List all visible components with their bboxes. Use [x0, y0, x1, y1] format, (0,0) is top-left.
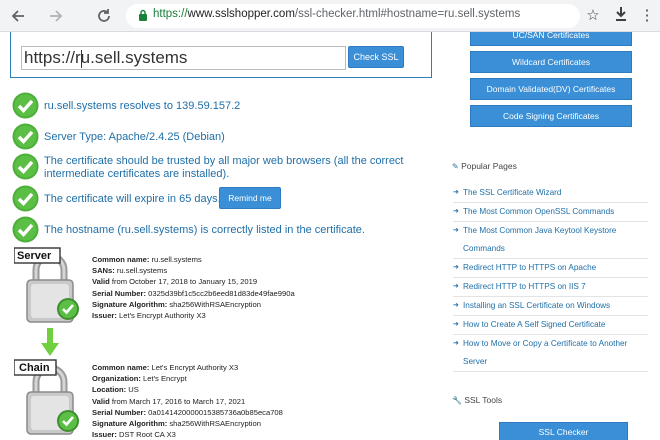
- hostname-value: https://ru.sell.systems: [24, 48, 188, 67]
- pin-icon: ✎: [452, 162, 459, 171]
- popular-link[interactable]: ➜ How to Create A Self Signed Certificate: [453, 316, 648, 335]
- popular-link[interactable]: ➜ The SSL Certificate Wizard: [453, 184, 648, 203]
- ssl-tools-heading: 🔧 SSL Tools: [452, 395, 503, 405]
- star-icon[interactable]: ☆: [584, 6, 602, 26]
- code-signing-certificates-button[interactable]: Code Signing Certificates: [470, 105, 632, 127]
- wrench-icon: 🔧: [452, 396, 462, 405]
- cert-field: Serial Number: 0a0141420000015385736a0b8…: [92, 407, 283, 417]
- uc-san-certificates-button[interactable]: UC/SAN Certificates: [470, 32, 632, 46]
- cert-field: Issuer: DST Root CA X3: [92, 430, 176, 440]
- result-text: Server Type: Apache/2.4.25 (Debian): [44, 131, 225, 143]
- arrow-right-icon: ➜: [453, 340, 459, 347]
- cert-field: Valid from March 17, 2016 to March 17, 2…: [92, 396, 246, 406]
- arrow-right-icon: ➜: [453, 302, 459, 309]
- popular-pages-heading: ✎ Popular Pages: [452, 161, 517, 171]
- forward-icon[interactable]: [46, 6, 66, 26]
- arrow-right-icon: ➜: [453, 189, 459, 196]
- cert-field: Issuer: Let's Encrypt Authority X3: [92, 311, 206, 321]
- server-cert-details: Common name: ru.sell.systems SANs: ru.se…: [92, 254, 295, 321]
- lock-icon: [138, 9, 148, 22]
- arrow-down-icon: [41, 328, 59, 356]
- url-path: /ssl-checker.html#hostname=ru.sell.syste…: [294, 8, 521, 20]
- browser-toolbar: https://www.sslshopper.com/ssl-checker.h…: [0, 0, 660, 32]
- cert-field: Serial Number: 0325d39bf1c5cc2b6eed81d83…: [92, 288, 295, 298]
- popular-pages-list: ➜ The SSL Certificate Wizard ➜ The Most Co…: [453, 184, 648, 372]
- check-icon: [12, 123, 39, 150]
- arrow-right-icon: ➜: [453, 227, 459, 234]
- back-icon[interactable]: [8, 6, 28, 26]
- url-host: www.sslshopper.com: [187, 8, 295, 20]
- check-ssl-button[interactable]: Check SSL: [348, 46, 404, 68]
- text-caret: [81, 50, 82, 68]
- cert-field: SANs: ru.sell.systems: [92, 266, 168, 276]
- check-icon: [12, 216, 39, 243]
- page-content: https://ru.sell.systems Check SSL ru.sel…: [0, 32, 660, 440]
- cert-field: Location: US: [92, 385, 139, 395]
- server-cert-icon: Server: [13, 246, 86, 331]
- check-icon: [12, 92, 39, 119]
- url-scheme: https://: [153, 8, 188, 20]
- chain-cert-details: Common name: Let's Encrypt Authority X3 …: [92, 362, 283, 440]
- hostname-input[interactable]: https://ru.sell.systems: [21, 46, 346, 70]
- check-icon: [12, 185, 39, 212]
- check-icon: [12, 153, 39, 180]
- arrow-right-icon: ➜: [453, 264, 459, 271]
- server-badge: Server: [17, 250, 52, 262]
- cert-field: Common name: Let's Encrypt Authority X3: [92, 363, 239, 372]
- arrow-right-icon: ➜: [453, 321, 459, 328]
- menu-icon[interactable]: ⋮: [638, 6, 656, 26]
- popular-link[interactable]: ➜ Redirect HTTP to HTTPS on IIS 7: [453, 278, 648, 297]
- cert-field: Valid from October 17, 2018 to January 1…: [92, 277, 258, 287]
- arrow-right-icon: ➜: [453, 208, 459, 215]
- result-text: ru.sell.systems resolves to 139.59.157.2: [44, 100, 241, 112]
- popular-link[interactable]: ➜ Redirect HTTP to HTTPS on Apache: [453, 259, 648, 278]
- cert-field: Common name: ru.sell.systems: [92, 255, 202, 264]
- ssl-checker-button[interactable]: SSL Checker: [499, 422, 628, 440]
- dv-certificates-button[interactable]: Domain Validated(DV) Certificates: [470, 78, 632, 100]
- chain-cert-icon: Chain: [13, 358, 86, 440]
- result-text: The hostname (ru.sell.systems) is correc…: [44, 224, 365, 236]
- chain-badge: Chain: [19, 362, 50, 374]
- remind-me-button[interactable]: Remind me: [219, 187, 281, 209]
- result-text: The certificate should be trusted by all…: [44, 155, 404, 180]
- arrow-right-icon: ➜: [453, 283, 459, 290]
- popular-link[interactable]: ➜ Installing an SSL Certificate on Window…: [453, 297, 648, 316]
- cert-field: Organization: Let's Encrypt: [92, 374, 187, 384]
- popular-link[interactable]: ➜ How to Move or Copy a Certificate to An…: [453, 335, 648, 372]
- cert-field: Signature Algorithm: sha256WithRSAEncryp…: [92, 419, 261, 429]
- ssl-checker-form: https://ru.sell.systems Check SSL: [10, 32, 432, 78]
- popular-link[interactable]: ➜ The Most Common OpenSSL Commands: [453, 203, 648, 222]
- reload-icon[interactable]: [94, 6, 114, 26]
- wildcard-certificates-button[interactable]: Wildcard Certificates: [470, 51, 632, 73]
- url-text[interactable]: https://www.sslshopper.com/ssl-checker.h…: [153, 8, 520, 20]
- download-icon[interactable]: [612, 6, 630, 26]
- popular-link[interactable]: ➜ The Most Common Java Keytool Keystore C…: [453, 222, 648, 259]
- cert-field: Signature Algorithm: sha256WithRSAEncryp…: [92, 299, 261, 309]
